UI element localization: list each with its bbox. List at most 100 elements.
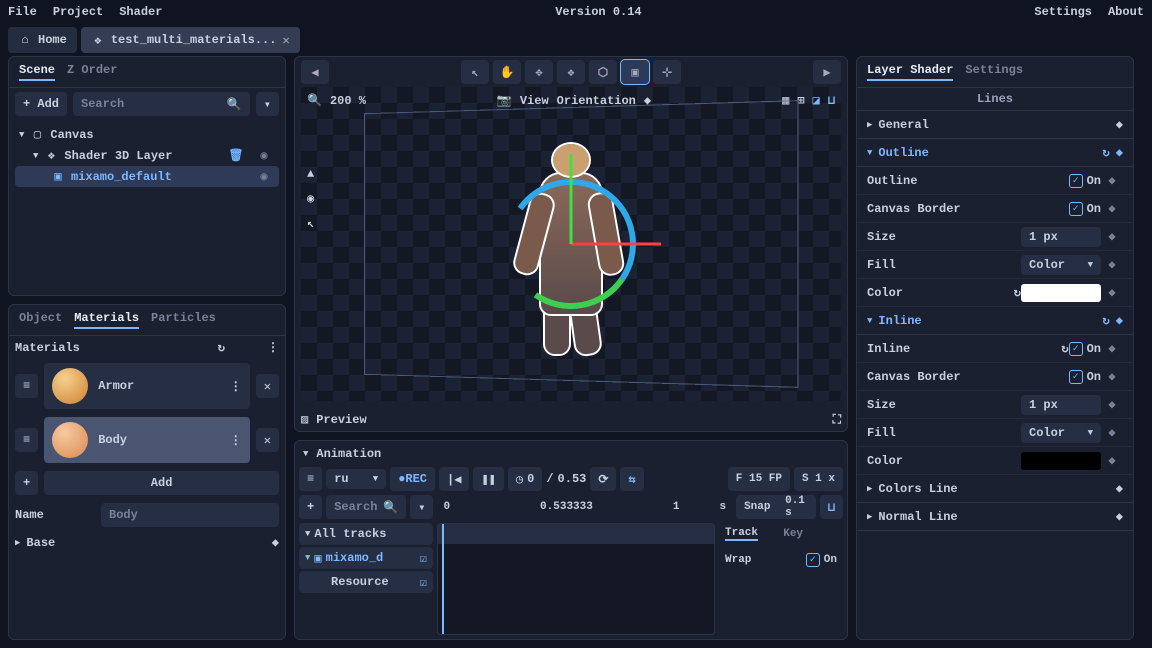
fill-select[interactable]: Color▼ — [1021, 423, 1101, 443]
snap-toggle[interactable]: ⊔ — [828, 93, 835, 108]
add-material-label-button[interactable]: Add — [44, 471, 279, 495]
chevron-down-icon[interactable]: ▼ — [303, 449, 308, 459]
fullscreen-icon[interactable]: ⛶ — [833, 413, 841, 427]
drag-handle[interactable]: ≡ — [15, 428, 38, 452]
more-icon[interactable]: ⋮ — [230, 379, 242, 394]
menu-file[interactable]: File — [8, 5, 37, 19]
tab-file[interactable]: ❖ test_multi_materials... ✕ — [81, 27, 300, 53]
sync-button[interactable]: ⇆ — [620, 467, 643, 491]
next-button[interactable]: ▶ — [813, 60, 841, 84]
visibility-icon[interactable]: ◉ — [253, 169, 275, 184]
checker-toggle[interactable]: ◪ — [813, 93, 820, 108]
group-normalline[interactable]: Normal Line — [878, 510, 957, 524]
prev-button[interactable]: ◀ — [301, 60, 329, 84]
more-icon[interactable]: ⋮ — [230, 433, 242, 448]
inline-toggle[interactable]: ✓On — [1069, 342, 1101, 356]
border-toggle[interactable]: ✓On — [1069, 202, 1101, 216]
tab-particles[interactable]: Particles — [151, 311, 216, 329]
magnet-icon[interactable]: ⊔ — [820, 495, 843, 519]
visibility-icon[interactable]: ◉ — [253, 148, 275, 163]
keyframe-icon[interactable]: ◆ — [1101, 257, 1123, 272]
playhead[interactable] — [442, 524, 444, 634]
track-resource[interactable]: Resource☑ — [299, 571, 433, 593]
cursor-icon[interactable]: ↖ — [307, 216, 314, 231]
menu-shader[interactable]: Shader — [119, 5, 162, 19]
prev-frame-button[interactable]: |◀ — [439, 467, 469, 491]
layers-tool[interactable]: ❖ — [557, 60, 585, 84]
keyframe-icon[interactable]: ◆ — [1101, 425, 1123, 440]
keyframe-icon[interactable]: ◆ — [1101, 369, 1123, 384]
loop-button[interactable]: ⟳ — [590, 467, 616, 491]
chevron-down-icon[interactable]: ▼ — [33, 151, 38, 161]
keyframe-icon[interactable]: ◆ — [1116, 509, 1123, 524]
zoom-icon[interactable]: 🔍 — [307, 93, 322, 108]
zoom-value[interactable]: 200 % — [330, 94, 366, 108]
time-field[interactable]: ◷ 0 — [508, 467, 542, 491]
name-input[interactable]: Body — [101, 503, 279, 527]
remove-button[interactable]: ✕ — [256, 428, 279, 452]
group-general[interactable]: General — [878, 118, 928, 132]
keyframe-icon[interactable]: ◆ — [1116, 313, 1123, 328]
tab-materials[interactable]: Materials — [74, 311, 139, 329]
menu-button[interactable]: ≡ — [299, 467, 322, 491]
menu-about[interactable]: About — [1108, 5, 1144, 19]
reset-icon[interactable]: ↻ — [1061, 341, 1068, 356]
base-group[interactable]: Base — [26, 536, 55, 550]
chevron-right-icon[interactable]: ▶ — [15, 538, 20, 548]
checkbox[interactable]: ☑ — [420, 551, 427, 566]
reset-icon[interactable]: ↻ — [1014, 285, 1021, 300]
camera-icon[interactable]: 📷 — [497, 93, 512, 108]
add-material-button[interactable]: + — [15, 471, 38, 495]
tab-scene[interactable]: Scene — [19, 63, 55, 81]
keyframe-icon[interactable]: ◆ — [1116, 145, 1123, 160]
track-mixamo[interactable]: ▼▣mixamo_d☑ — [299, 547, 433, 569]
keyframe-icon[interactable]: ◆ — [1101, 285, 1123, 300]
reset-icon[interactable]: ↻ — [1103, 145, 1110, 160]
wrap-toggle[interactable]: ✓On — [806, 553, 837, 567]
pan-tool[interactable]: ✋ — [493, 60, 521, 84]
drag-handle[interactable]: ≡ — [15, 374, 38, 398]
chevron-down-icon[interactable]: ▼ — [867, 148, 872, 158]
color-input[interactable] — [1021, 452, 1101, 470]
pause-button[interactable]: ❚❚ — [473, 467, 503, 491]
delete-icon[interactable]: 🗑 — [225, 148, 247, 163]
x-axis[interactable] — [571, 243, 661, 246]
checkbox[interactable]: ☑ — [420, 575, 427, 590]
tree-canvas[interactable]: ▼ ▢ Canvas — [15, 124, 279, 145]
keyframe-icon[interactable]: ◆ — [1116, 117, 1123, 132]
material-body[interactable]: Body ⋮ — [44, 417, 250, 463]
chevron-right-icon[interactable]: ▶ — [867, 484, 872, 494]
tab-home[interactable]: ⌂ Home — [8, 27, 77, 53]
outline-toggle[interactable]: ✓On — [1069, 174, 1101, 188]
tab-shader-settings[interactable]: Settings — [965, 63, 1023, 81]
tab-layer-shader[interactable]: Layer Shader — [867, 63, 953, 81]
add-track-button[interactable]: + — [299, 495, 322, 519]
menu-settings[interactable]: Settings — [1034, 5, 1092, 19]
transform-tool[interactable]: ⊹ — [653, 60, 681, 84]
track-search-input[interactable]: Search🔍 — [326, 495, 406, 519]
add-button[interactable]: + Add — [15, 92, 67, 116]
group-inline[interactable]: Inline — [878, 314, 921, 328]
eye-icon[interactable]: ◉ — [307, 191, 314, 206]
filter-button[interactable]: ▾ — [256, 92, 279, 116]
reset-icon[interactable]: ↻ — [1103, 313, 1110, 328]
remove-button[interactable]: ✕ — [256, 374, 279, 398]
move-tool[interactable]: ✥ — [525, 60, 553, 84]
keyframe-icon[interactable]: ◆ — [1116, 481, 1123, 496]
preview-label[interactable]: Preview — [316, 413, 366, 427]
group-outline[interactable]: Outline — [878, 146, 928, 160]
chevron-down-icon[interactable]: ▼ — [19, 130, 24, 140]
snap-field[interactable]: Snap 0.1 s — [736, 495, 816, 519]
keyframe-icon[interactable]: ◆ — [272, 535, 279, 550]
select-tool[interactable]: ↖ — [461, 60, 489, 84]
y-axis[interactable] — [570, 154, 573, 244]
refresh-icon[interactable]: ↻ — [218, 340, 225, 355]
chevron-right-icon[interactable]: ▶ — [867, 120, 872, 130]
fps-field[interactable]: F 15 FP — [728, 467, 790, 491]
filter-button[interactable]: ▾ — [410, 495, 433, 519]
keyframe-icon[interactable]: ◆ — [1101, 173, 1123, 188]
keyframe-icon[interactable]: ◆ — [1101, 453, 1123, 468]
up-icon[interactable]: ▲ — [307, 167, 314, 181]
tree-layer[interactable]: ▼ ❖ Shader 3D Layer 🗑 ◉ — [15, 145, 279, 166]
bounds-tool[interactable]: ▣ — [621, 60, 649, 84]
